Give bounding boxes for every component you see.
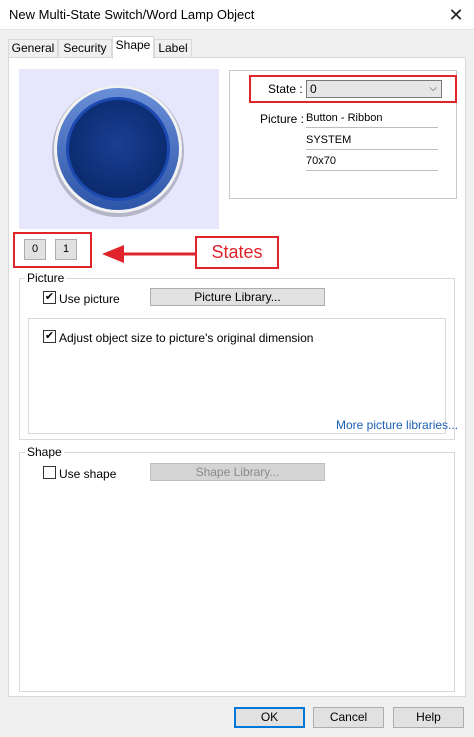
picture-size-field: 70x70 bbox=[306, 153, 438, 171]
picture-library-button[interactable]: Picture Library... bbox=[150, 288, 325, 306]
tab-shape[interactable]: Shape bbox=[112, 36, 154, 59]
states-callout-text: States bbox=[211, 242, 263, 262]
shape-group bbox=[19, 452, 455, 692]
cancel-button[interactable]: Cancel bbox=[313, 707, 384, 728]
picture-label: Picture : bbox=[260, 112, 305, 126]
picture-group-title: Picture bbox=[25, 271, 67, 285]
use-picture-checkbox[interactable]: ✔ bbox=[43, 291, 56, 304]
ribbon-button-picture bbox=[52, 85, 184, 217]
tab-general[interactable]: General bbox=[8, 39, 58, 58]
close-icon[interactable]: ✕ bbox=[444, 3, 468, 27]
more-picture-libraries-link[interactable]: More picture libraries... bbox=[336, 418, 458, 432]
picture-library-field: SYSTEM bbox=[306, 132, 438, 150]
annotation-arrow-icon bbox=[102, 245, 196, 263]
ok-button[interactable]: OK bbox=[234, 707, 305, 728]
title-bar: New Multi-State Switch/Word Lamp Object … bbox=[0, 0, 474, 30]
use-shape-checkbox[interactable] bbox=[43, 466, 56, 479]
use-shape-label: Use shape bbox=[59, 467, 117, 481]
shape-group-title: Shape bbox=[25, 445, 64, 459]
state-highlight-box bbox=[249, 75, 457, 103]
shape-library-button[interactable]: Shape Library... bbox=[150, 463, 325, 481]
states-callout: States bbox=[195, 236, 279, 269]
adjust-size-label: Adjust object size to picture's original… bbox=[59, 331, 314, 345]
window-title: New Multi-State Switch/Word Lamp Object bbox=[9, 7, 255, 22]
picture-name-field: Button - Ribbon bbox=[306, 110, 438, 128]
picture-preview bbox=[19, 69, 219, 229]
help-button[interactable]: Help bbox=[393, 707, 464, 728]
tab-security[interactable]: Security bbox=[58, 39, 112, 58]
adjust-size-checkbox[interactable]: ✔ bbox=[43, 330, 56, 343]
use-picture-label: Use picture bbox=[59, 292, 120, 306]
tab-strip: General Security Shape Label bbox=[8, 36, 468, 59]
state-buttons-highlight-box bbox=[13, 232, 92, 268]
tab-label[interactable]: Label bbox=[154, 39, 192, 58]
